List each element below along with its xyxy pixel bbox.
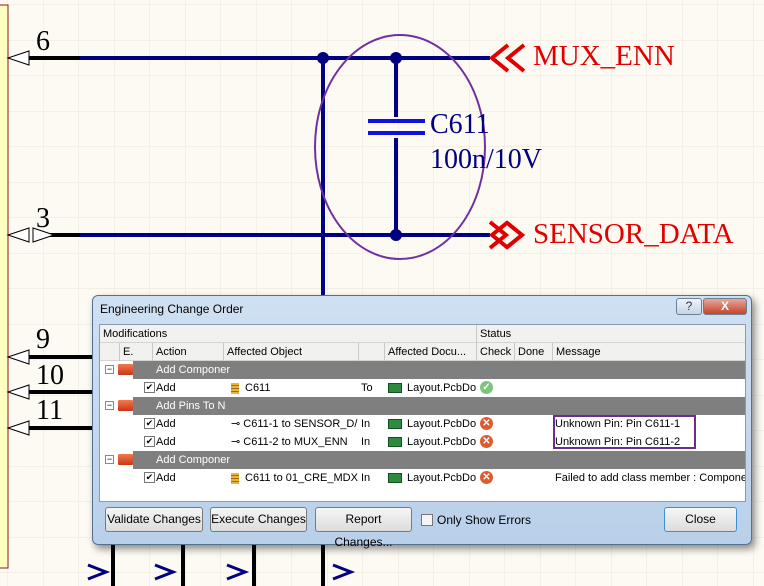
close-window-button[interactable]: X xyxy=(703,298,747,315)
port-label-mux-enn[interactable]: MUX_ENN xyxy=(533,42,675,71)
validate-changes-button[interactable]: Validate Changes xyxy=(105,507,203,532)
col-affected-object[interactable]: Affected Object xyxy=(223,343,358,361)
dialog-title: Engineering Change Order xyxy=(100,302,244,316)
group-row[interactable]: − Add Pins To N xyxy=(100,397,745,415)
component-value[interactable]: 100n/10V xyxy=(430,146,542,174)
col-affected-document[interactable]: Affected Docu... xyxy=(384,343,476,361)
port-label-sensor-data[interactable]: SENSOR_DATA xyxy=(533,220,734,249)
eco-dialog: Engineering Change Order ? X Modificatio… xyxy=(92,295,752,549)
col-action[interactable]: Action xyxy=(152,343,223,361)
message-text: Failed to add class member : Componen xyxy=(555,472,746,484)
table-row[interactable]: ✔ Add C611 To Layout.PcbDo ✓ xyxy=(100,379,745,397)
checkbox-box[interactable] xyxy=(421,514,433,526)
collapse-icon[interactable]: − xyxy=(105,365,114,374)
pin-number: 10 xyxy=(36,360,64,391)
folder-icon xyxy=(118,400,133,411)
check-error-icon: ✕ xyxy=(480,435,493,448)
group-row[interactable]: − Add Componer xyxy=(100,451,745,469)
col-check[interactable]: Check xyxy=(476,343,514,361)
pin-number: 11 xyxy=(36,395,63,426)
section-status: Status xyxy=(476,325,511,343)
pcb-document-icon xyxy=(388,419,402,430)
pcb-document-icon xyxy=(388,437,402,448)
check-error-icon: ✕ xyxy=(480,471,493,484)
col-done[interactable]: Done xyxy=(514,343,552,361)
sheet-symbol-body xyxy=(0,4,9,569)
changes-grid: Modifications Status E. Action Affected … xyxy=(99,324,746,502)
pin-number: 6 xyxy=(36,26,50,57)
collapse-icon[interactable]: − xyxy=(105,401,114,410)
check-ok-icon: ✓ xyxy=(480,381,493,394)
only-show-errors-checkbox[interactable]: Only Show Errors xyxy=(421,513,531,527)
pin-number: 9 xyxy=(36,324,50,355)
collapse-icon[interactable]: − xyxy=(105,455,114,464)
col-enable[interactable]: E. xyxy=(119,343,152,361)
component-icon xyxy=(231,472,239,484)
component-designator[interactable]: C611 xyxy=(430,111,490,139)
close-button[interactable]: Close xyxy=(664,507,737,532)
section-modifications: Modifications xyxy=(103,328,168,340)
error-highlight-box xyxy=(553,415,696,449)
table-row[interactable]: ✔ Add C611 to 01_CRE_MDX In Layout.PcbDo… xyxy=(100,469,746,487)
pcb-document-icon xyxy=(388,473,402,484)
report-changes-button[interactable]: Report Changes... xyxy=(315,507,412,549)
pcb-document-icon xyxy=(388,383,402,394)
group-row[interactable]: − Add Componer xyxy=(100,361,745,379)
check-error-icon: ✕ xyxy=(480,417,493,430)
col-message[interactable]: Message xyxy=(552,343,745,361)
execute-changes-button[interactable]: Execute Changes xyxy=(210,507,307,532)
folder-icon xyxy=(118,454,133,465)
column-headers: E. Action Affected Object Affected Docu.… xyxy=(100,343,745,361)
component-icon xyxy=(231,382,239,394)
pin-number: 3 xyxy=(36,203,50,234)
folder-icon xyxy=(118,364,133,375)
help-button[interactable]: ? xyxy=(676,298,702,315)
